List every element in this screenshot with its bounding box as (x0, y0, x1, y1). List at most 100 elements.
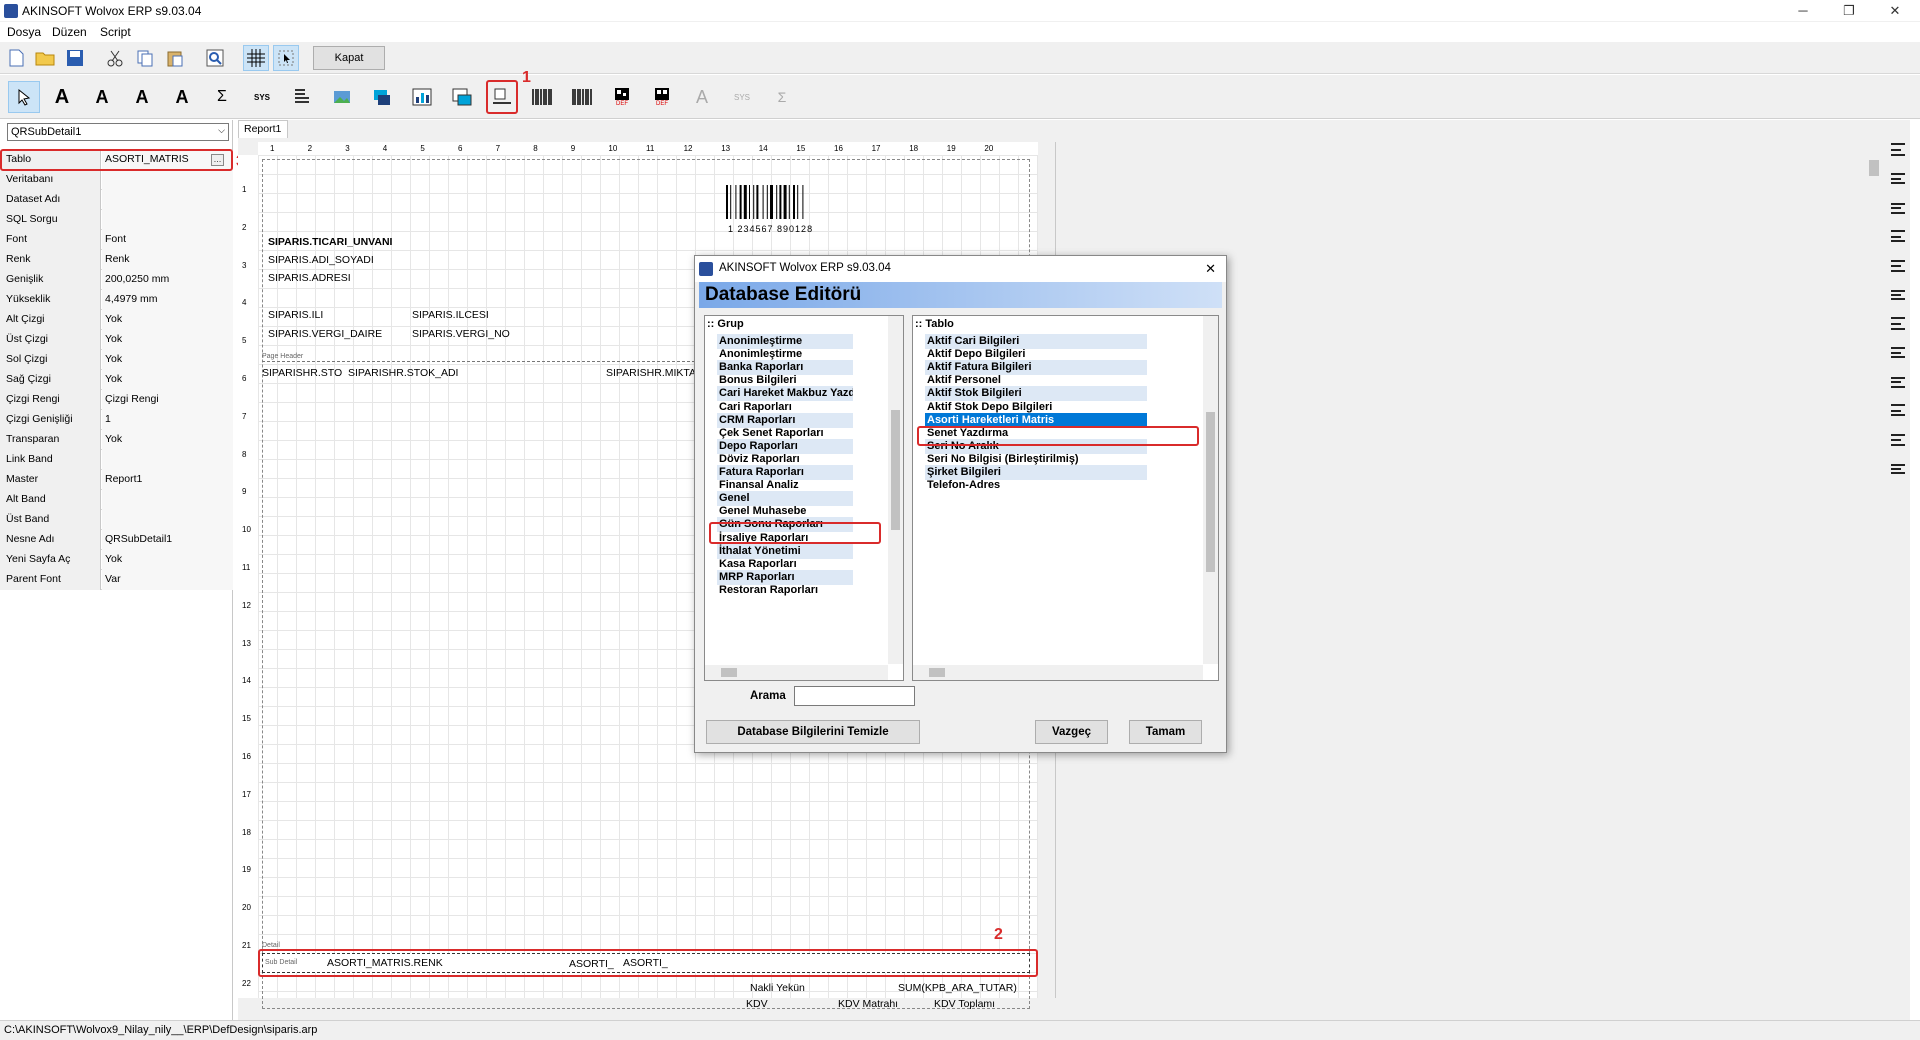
property-row[interactable]: Üst Çizgi Yok (0, 330, 233, 350)
align-tool-icon[interactable] (1888, 430, 1908, 450)
db-label-icon[interactable]: A (86, 81, 118, 113)
qrcode2-icon[interactable]: DEF (646, 81, 678, 113)
property-row[interactable]: Sol Çizgi Yok (0, 350, 233, 370)
align-tool-icon[interactable] (1888, 256, 1908, 276)
property-value[interactable]: 1 (102, 410, 233, 430)
minimize-button[interactable]: ─ (1780, 0, 1826, 22)
align-tool-icon[interactable] (1888, 314, 1908, 334)
property-value[interactable] (102, 510, 233, 530)
grid-icon[interactable] (243, 45, 269, 71)
property-row[interactable]: SQL Sorgu (0, 210, 233, 230)
label-icon[interactable]: A (46, 81, 78, 113)
property-row[interactable]: Yükseklik 4,4979 mm (0, 290, 233, 310)
property-row[interactable]: Master Report1 (0, 470, 233, 490)
align-tool-icon[interactable] (1888, 401, 1908, 421)
preview-icon[interactable] (202, 45, 228, 71)
property-value[interactable]: Çizgi Rengi (102, 390, 233, 410)
field-asorti-1[interactable]: ASORTI_ (569, 958, 614, 970)
copy-icon[interactable] (132, 45, 158, 71)
property-value[interactable]: Yok (102, 550, 233, 570)
menu-script[interactable]: Script (100, 25, 131, 39)
sys-icon[interactable]: SYS (246, 81, 278, 113)
calc-icon[interactable]: Σ (206, 81, 238, 113)
property-row[interactable]: Renk Renk (0, 250, 233, 270)
align-tool-icon[interactable] (1888, 198, 1908, 218)
group-hscroll-thumb[interactable] (721, 668, 737, 677)
table-scroll-thumb[interactable] (1206, 412, 1215, 572)
clear-database-button[interactable]: Database Bilgilerini Temizle (706, 720, 920, 744)
field-sum[interactable]: SUM(KPB_ARA_TUTAR) (898, 982, 1017, 994)
property-value[interactable] (102, 190, 233, 210)
save-icon[interactable] (62, 45, 88, 71)
align-tool-icon[interactable] (1888, 372, 1908, 392)
property-row[interactable]: Transparan Yok (0, 430, 233, 450)
object-select[interactable]: QRSubDetail1 ⌵ (7, 123, 229, 141)
shape-icon[interactable] (366, 81, 398, 113)
property-row[interactable]: Veritabanı (0, 170, 233, 190)
property-value[interactable]: Report1 (102, 470, 233, 490)
table-list[interactable]: :: Tablo Aktif Cari Bilgileri Aktif Depo … (912, 315, 1219, 681)
align-tool-icon[interactable] (1888, 140, 1908, 160)
property-row[interactable]: Çizgi Genişliği 1 (0, 410, 233, 430)
group-list[interactable]: :: Grup Anonimleştirme Anonimleştirme Bank… (704, 315, 904, 681)
richtext-icon[interactable] (286, 81, 318, 113)
property-value[interactable]: 200,0250 mm (102, 270, 233, 290)
property-value[interactable]: Yok (102, 310, 233, 330)
field-kdv-matrahi[interactable]: KDV Matrahı (838, 998, 898, 1010)
field-stok[interactable]: SIPARISHR.STO (262, 367, 342, 379)
field-vergi-no[interactable]: SIPARIS.VERGI_NO (412, 328, 510, 340)
dialog-close-button[interactable]: ✕ (1205, 261, 1216, 277)
field-vergi-daire[interactable]: SIPARIS.VERGI_DAIRE (268, 328, 382, 340)
barcode2-icon[interactable] (566, 81, 598, 113)
field-asorti-renk[interactable]: ASORTI_MATRIS.RENK (327, 957, 443, 969)
align-tool-icon[interactable] (1888, 227, 1908, 247)
chart-icon[interactable] (406, 81, 438, 113)
property-row[interactable]: Alt Band (0, 490, 233, 510)
tab-report1[interactable]: Report1 (238, 120, 288, 138)
subdetail-icon[interactable] (486, 80, 518, 114)
property-value[interactable]: Font (102, 230, 233, 250)
group-list-vscroll[interactable] (888, 316, 903, 664)
align-tool-icon[interactable] (1888, 169, 1908, 189)
subdetail-band[interactable]: Sub Detail ASORTI_MATRIS.RENK ASORTI_ AS… (262, 953, 1030, 973)
scrollbar-thumb[interactable] (1869, 160, 1879, 176)
property-value[interactable]: Yok (102, 330, 233, 350)
paste-icon[interactable] (162, 45, 188, 71)
property-row[interactable]: Çizgi Rengi Çizgi Rengi (0, 390, 233, 410)
align-tool-icon[interactable] (1888, 459, 1908, 479)
table-list-item[interactable]: Telefon-Adres (925, 478, 1147, 493)
property-row[interactable]: Dataset Adı (0, 190, 233, 210)
field-miktar[interactable]: SIPARISHR.MIKTA (606, 367, 696, 379)
group-scroll-thumb[interactable] (891, 410, 900, 530)
property-row[interactable]: Yeni Sayfa Aç Yok (0, 550, 233, 570)
menu-dosya[interactable]: Dosya (7, 25, 41, 39)
align-tool-icon[interactable] (1888, 343, 1908, 363)
db-chart-icon[interactable] (446, 81, 478, 113)
field-ili[interactable]: SIPARIS.ILI (268, 309, 323, 321)
property-row[interactable]: Üst Band (0, 510, 233, 530)
property-row[interactable]: Alt Çizgi Yok (0, 310, 233, 330)
kapat-button[interactable]: Kapat (313, 46, 385, 70)
field-ilcesi[interactable]: SIPARIS.ILCESI (412, 309, 489, 321)
field-asorti-2[interactable]: ASORTI_ (623, 957, 668, 969)
barcode-element[interactable]: 1 234567 890128 (724, 185, 824, 234)
tablo-ellipsis-button[interactable]: … (211, 154, 224, 166)
table-list-hscroll[interactable] (913, 665, 1203, 680)
field-kdv-toplami[interactable]: KDV Toplamı (934, 998, 995, 1010)
property-value[interactable]: QRSubDetail1 (102, 530, 233, 550)
snap-grid-icon[interactable] (273, 45, 299, 71)
field-stok-adi[interactable]: SIPARISHR.STOK_ADI (348, 367, 458, 379)
property-row[interactable]: Nesne Adı QRSubDetail1 (0, 530, 233, 550)
property-row[interactable]: Genişlik 200,0250 mm (0, 270, 233, 290)
menu-duzen[interactable]: Düzen (52, 25, 87, 39)
property-value[interactable]: 4,4979 mm (102, 290, 233, 310)
property-value[interactable]: Yok (102, 370, 233, 390)
new-file-icon[interactable] (3, 45, 29, 71)
pointer-icon[interactable] (8, 81, 40, 113)
image-icon[interactable] (326, 81, 358, 113)
property-value[interactable] (102, 490, 233, 510)
property-value[interactable]: Yok (102, 430, 233, 450)
align-tool-icon[interactable] (1888, 285, 1908, 305)
table-hscroll-thumb[interactable] (929, 668, 945, 677)
property-value[interactable] (102, 450, 233, 470)
